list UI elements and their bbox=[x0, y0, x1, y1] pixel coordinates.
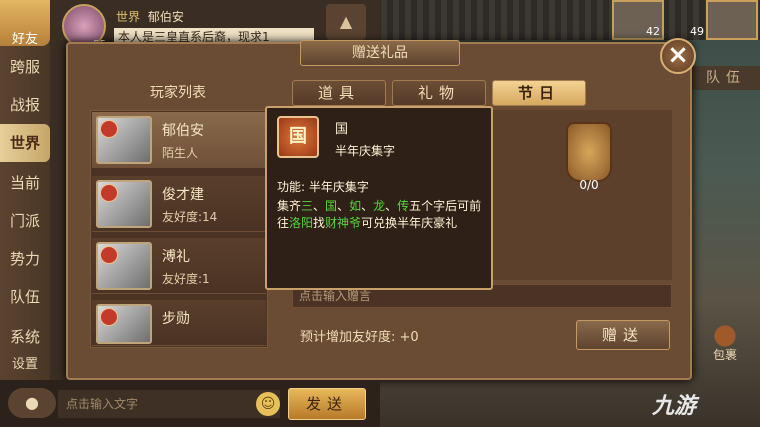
close-button[interactable]: × bbox=[660, 38, 696, 74]
item-subtitle: 半年庆集字 bbox=[335, 144, 396, 158]
player-list-header: 玩家列表 bbox=[150, 85, 206, 101]
player-relation: 陌生人 bbox=[162, 146, 199, 160]
char-4: 龙 bbox=[373, 199, 386, 213]
desc-prefix: 集齐 bbox=[277, 199, 302, 213]
friendship-estimate: 预计增加友好度: +0 bbox=[300, 330, 419, 345]
char-5: 传 bbox=[397, 199, 410, 213]
player-avatar bbox=[96, 180, 152, 228]
item-tooltip: 国 国 半年庆集字 功能: 半年庆集字 集齐三、国、如、龙、传五个字后可前往洛阳… bbox=[265, 106, 493, 290]
player-name: 俊才建 bbox=[162, 187, 204, 203]
game-screen: 42 49 队伍 好友 跨服 战报 世界 当前 门派 势力 队伍 系统 设置 5… bbox=[0, 0, 760, 427]
emoji-icon[interactable]: ☺ bbox=[256, 392, 280, 416]
gift-count: 0/0 bbox=[579, 178, 599, 192]
chat-header: 世界 郁伯安 bbox=[116, 8, 184, 25]
desc-place: 洛阳 bbox=[289, 216, 314, 230]
hero2-level: 49 bbox=[690, 25, 704, 38]
player-item-4[interactable]: 步勋 bbox=[92, 300, 266, 346]
item-description: 集齐三、国、如、龙、传五个字后可前往洛阳找财神爷可兑换半年庆豪礼 bbox=[277, 199, 482, 230]
nav-battle-report[interactable]: 战报 bbox=[0, 86, 50, 124]
nav-current[interactable]: 当前 bbox=[0, 164, 50, 202]
team-tab[interactable]: 队伍 bbox=[692, 66, 760, 90]
stranger-badge-icon bbox=[100, 120, 118, 138]
item-icon: 国 bbox=[277, 116, 319, 158]
friend-badge-icon bbox=[100, 308, 118, 326]
item-name: 国 bbox=[335, 122, 349, 137]
tab-festival[interactable]: 节日 bbox=[492, 80, 586, 106]
nav-team[interactable]: 队伍 bbox=[0, 278, 50, 316]
nav-faction[interactable]: 势力 bbox=[0, 240, 50, 278]
tab-gifts[interactable]: 礼物 bbox=[392, 80, 486, 106]
char-2: 国 bbox=[325, 199, 338, 213]
player-relation: 友好度:1 bbox=[162, 272, 210, 286]
player-avatar bbox=[96, 242, 152, 290]
chat-input[interactable]: 点击输入文字 bbox=[58, 390, 280, 418]
player-avatar bbox=[96, 116, 152, 164]
tab-items[interactable]: 道具 bbox=[292, 80, 386, 106]
close-icon: × bbox=[667, 40, 689, 70]
player-item-1[interactable]: 郁伯安 陌生人 bbox=[92, 112, 266, 168]
nav-cross-server[interactable]: 跨服 bbox=[0, 48, 50, 86]
nav-world[interactable]: 世界 bbox=[0, 124, 50, 162]
item-function: 功能: 半年庆集字 bbox=[277, 180, 369, 194]
player-relation: 友好度:14 bbox=[162, 210, 218, 224]
microphone-icon[interactable]: ● bbox=[8, 388, 56, 418]
dialog-title: 赠送礼品 bbox=[300, 40, 460, 66]
watermark-logo: 九游 bbox=[652, 394, 697, 419]
gift-bag-icon[interactable] bbox=[566, 122, 612, 182]
desc-find: 找 bbox=[313, 216, 326, 230]
player-name: 溥礼 bbox=[162, 249, 190, 265]
chat-sender[interactable]: 郁伯安 bbox=[148, 10, 184, 24]
chat-send-button[interactable]: 发送 bbox=[288, 388, 366, 420]
hero-portrait-2[interactable]: 49 bbox=[690, 0, 758, 40]
player-item-2[interactable]: 俊才建 友好度:14 bbox=[92, 176, 266, 232]
desc-end: 可兑换半年庆豪礼 bbox=[361, 216, 458, 230]
speaker-icon[interactable]: ▲ bbox=[326, 4, 366, 40]
player-name: 郁伯安 bbox=[162, 123, 204, 139]
bag-button[interactable]: 包裹 bbox=[700, 324, 750, 364]
nav-sect[interactable]: 门派 bbox=[0, 202, 50, 240]
player-name: 步勋 bbox=[162, 311, 190, 327]
nav-system[interactable]: 系统 bbox=[0, 318, 50, 356]
hero-portrait-1[interactable]: 42 bbox=[612, 0, 664, 40]
char-1: 三 bbox=[301, 199, 314, 213]
friend-badge-icon bbox=[100, 246, 118, 264]
friends-tab[interactable]: 好友 bbox=[0, 0, 50, 47]
char-3: 如 bbox=[349, 199, 362, 213]
desc-npc: 财神爷 bbox=[325, 216, 362, 230]
chat-channel: 世界 bbox=[116, 10, 141, 24]
gift-send-button[interactable]: 赠送 bbox=[576, 320, 670, 350]
player-avatar bbox=[96, 304, 152, 344]
hero1-level: 42 bbox=[646, 25, 660, 38]
player-item-3[interactable]: 溥礼 友好度:1 bbox=[92, 238, 266, 294]
friend-badge-icon bbox=[100, 184, 118, 202]
nav-settings[interactable]: 设置 bbox=[0, 352, 50, 378]
